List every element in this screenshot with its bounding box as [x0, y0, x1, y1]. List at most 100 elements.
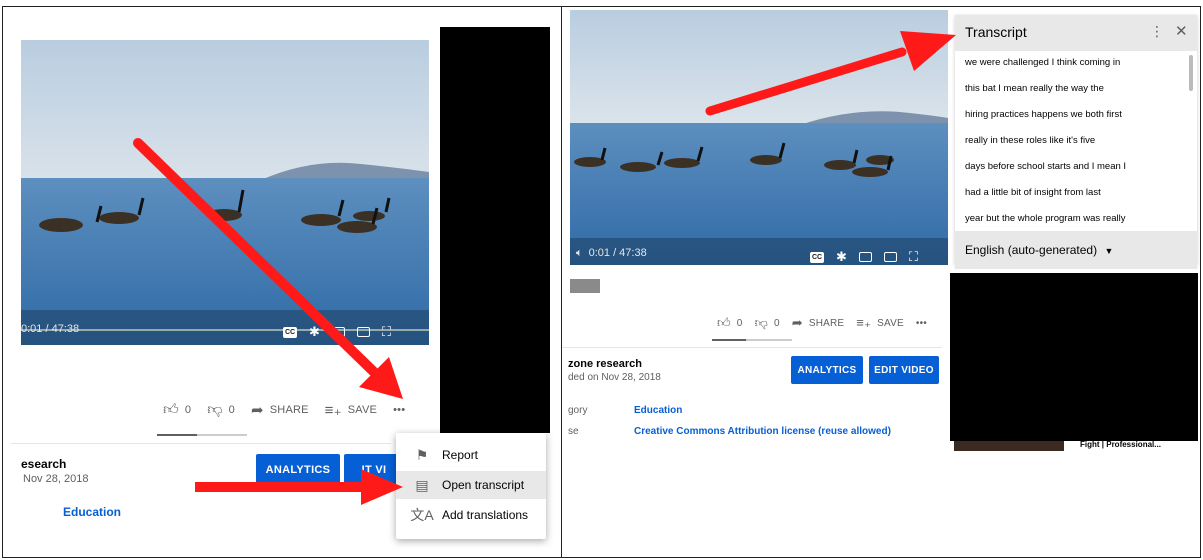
like-count: 0	[736, 317, 743, 329]
thumbs-up-icon: 👍︎	[717, 315, 731, 330]
transcript-title: Transcript	[965, 24, 1027, 40]
menu-item-open-transcript[interactable]: ▤ Open transcript	[396, 471, 546, 499]
transcript-line[interactable]: this bat I mean really the way the	[965, 83, 1104, 94]
save-button[interactable]: ≡₊ SAVE	[325, 401, 377, 419]
more-dots-icon: •••	[915, 317, 927, 329]
transcript-header: Transcript ⋮ ✕	[955, 15, 1197, 51]
playlist-add-icon: ≡₊	[856, 315, 872, 330]
playlist-add-icon: ≡₊	[324, 402, 342, 419]
redacted-title	[570, 279, 600, 293]
miniplayer-icon[interactable]	[858, 252, 872, 262]
transcript-icon: ▤	[415, 476, 429, 493]
edit-video-button[interactable]: EDIT VIDEO	[869, 356, 939, 384]
transcript-line[interactable]: days before school starts and I mean I	[965, 161, 1126, 172]
video-actions: 👍︎ 0 👎︎ 0 ➦ SHARE ≡₊ SAVE •••	[163, 401, 421, 419]
fullscreen-icon[interactable]: ⛶	[382, 324, 391, 340]
translate-icon: 文A	[410, 507, 434, 523]
transcript-line[interactable]: we were challenged I think coming in	[965, 57, 1120, 68]
category-value[interactable]: Education	[63, 505, 121, 519]
share-label: SHARE	[269, 404, 309, 416]
like-ratio-bar	[157, 434, 247, 436]
language-dropdown[interactable]: English (auto-generated) ▼	[965, 243, 1113, 257]
transcript-line[interactable]: hiring practices happens we both first	[965, 109, 1122, 120]
menu-item-add-translations[interactable]: 文A Add translations	[396, 501, 546, 529]
share-icon: ➦	[250, 402, 264, 419]
edit-video-button[interactable]: IT VI	[344, 454, 404, 486]
caret-down-icon: ▼	[1104, 246, 1114, 256]
meta-label-category: gory	[568, 405, 588, 416]
dislike-count: 0	[773, 317, 780, 329]
channel-name[interactable]: esearch	[21, 457, 66, 471]
channel-name[interactable]: zone research	[568, 358, 642, 370]
like-button[interactable]: 👍︎ 0	[163, 401, 191, 419]
video-actions: 👍︎ 0 👎︎ 0 ➦ SHARE ≡₊ SAVE •••	[717, 315, 943, 331]
theater-mode-icon[interactable]	[883, 252, 897, 262]
menu-item-label: Add translations	[442, 508, 529, 522]
more-vert-icon[interactable]: ⋮	[1150, 23, 1164, 40]
save-label: SAVE	[347, 404, 378, 416]
video-frame	[570, 10, 948, 265]
language-label: English (auto-generated)	[965, 243, 1098, 257]
more-dots-icon: •••	[393, 404, 406, 416]
redacted-sidebar	[440, 27, 550, 433]
suggested-video-title[interactable]: Fight | Professional...	[1080, 440, 1161, 449]
meta-value-category[interactable]: Education	[634, 405, 682, 416]
volume-icon[interactable]: 🔈︎	[576, 247, 583, 259]
video-player[interactable]: 🔈︎ 0:01 / 47:38 CC ✱ ⛶	[570, 10, 948, 265]
settings-icon[interactable]: ✱	[309, 324, 320, 340]
analytics-button[interactable]: ANALYTICS	[791, 356, 863, 384]
transcript-line[interactable]: really in these roles like it's five	[965, 135, 1095, 146]
video-time-label: 0:01 / 47:38	[588, 247, 647, 259]
video-controls: CC ✱ ⛶	[810, 249, 918, 265]
dislike-button[interactable]: 👎︎ 0	[207, 401, 235, 419]
like-count: 0	[184, 404, 192, 416]
share-icon: ➦	[791, 315, 803, 330]
left-screenshot-panel: 0:01 / 47:38 CC ✱ ⛶ 👍︎ 0 👎︎ 0 ➦ SHARE ≡₊…	[2, 6, 562, 558]
transcript-line[interactable]: year but the whole program was really	[965, 213, 1126, 224]
video-player[interactable]: 0:01 / 47:38 CC ✱ ⛶	[21, 40, 429, 345]
share-button[interactable]: ➦ SHARE	[251, 401, 309, 419]
thumbs-up-icon: 👍︎	[163, 401, 179, 418]
more-actions-button[interactable]: •••	[916, 318, 927, 329]
thumbs-down-icon: 👎︎	[754, 315, 768, 330]
close-icon[interactable]: ✕	[1175, 22, 1188, 40]
menu-item-report[interactable]: ⚑ Report	[396, 441, 546, 469]
transcript-scrollbar[interactable]	[1189, 55, 1193, 91]
redacted-recommendations	[950, 273, 1198, 441]
meta-value-license[interactable]: Creative Commons Attribution license (re…	[634, 426, 891, 437]
meta-label-license: se	[568, 426, 579, 437]
fullscreen-icon[interactable]: ⛶	[909, 249, 918, 265]
theater-mode-icon[interactable]	[356, 327, 370, 337]
divider	[11, 443, 391, 444]
transcript-line[interactable]: had a little bit of insight from last	[965, 187, 1101, 198]
transcript-panel: Transcript ⋮ ✕ we were challenged I thin…	[955, 15, 1197, 269]
captions-icon[interactable]: CC	[283, 326, 297, 338]
video-timestamp: 0:01 / 47:38	[21, 323, 80, 335]
publish-date: Nov 28, 2018	[23, 473, 89, 485]
menu-item-label: Open transcript	[442, 478, 525, 492]
menu-item-label: Report	[442, 448, 479, 462]
save-label: SAVE	[877, 317, 904, 329]
transcript-language-footer[interactable]: English (auto-generated) ▼	[955, 231, 1197, 269]
settings-icon[interactable]: ✱	[836, 249, 847, 265]
like-ratio-bar	[712, 339, 792, 341]
dislike-button[interactable]: 👎︎ 0	[755, 315, 780, 331]
video-controls: CC ✱ ⛶	[283, 324, 391, 340]
share-button[interactable]: ➦ SHARE	[792, 315, 845, 331]
right-screenshot-panel: 🔈︎ 0:01 / 47:38 CC ✱ ⛶ 👍︎ 0 👎︎ 0 ➦ SHARE …	[561, 6, 1201, 558]
analytics-button[interactable]: ANALYTICS	[256, 454, 340, 486]
more-actions-button[interactable]: •••	[393, 404, 405, 416]
video-timestamp: 🔈︎ 0:01 / 47:38	[576, 247, 647, 260]
save-button[interactable]: ≡₊ SAVE	[856, 315, 904, 331]
divider	[562, 347, 942, 348]
dislike-count: 0	[228, 404, 235, 416]
share-label: SHARE	[808, 317, 845, 329]
thumbs-down-icon: 👎︎	[207, 401, 223, 418]
flag-icon: ⚑	[415, 446, 429, 463]
publish-date: ded on Nov 28, 2018	[568, 372, 661, 383]
captions-icon[interactable]: CC	[810, 251, 824, 263]
miniplayer-icon[interactable]	[331, 327, 345, 337]
suggested-video-thumbnail[interactable]	[954, 441, 1064, 451]
context-menu: ⚑ Report ▤ Open transcript 文A Add transl…	[396, 433, 546, 539]
like-button[interactable]: 👍︎ 0	[717, 315, 743, 331]
